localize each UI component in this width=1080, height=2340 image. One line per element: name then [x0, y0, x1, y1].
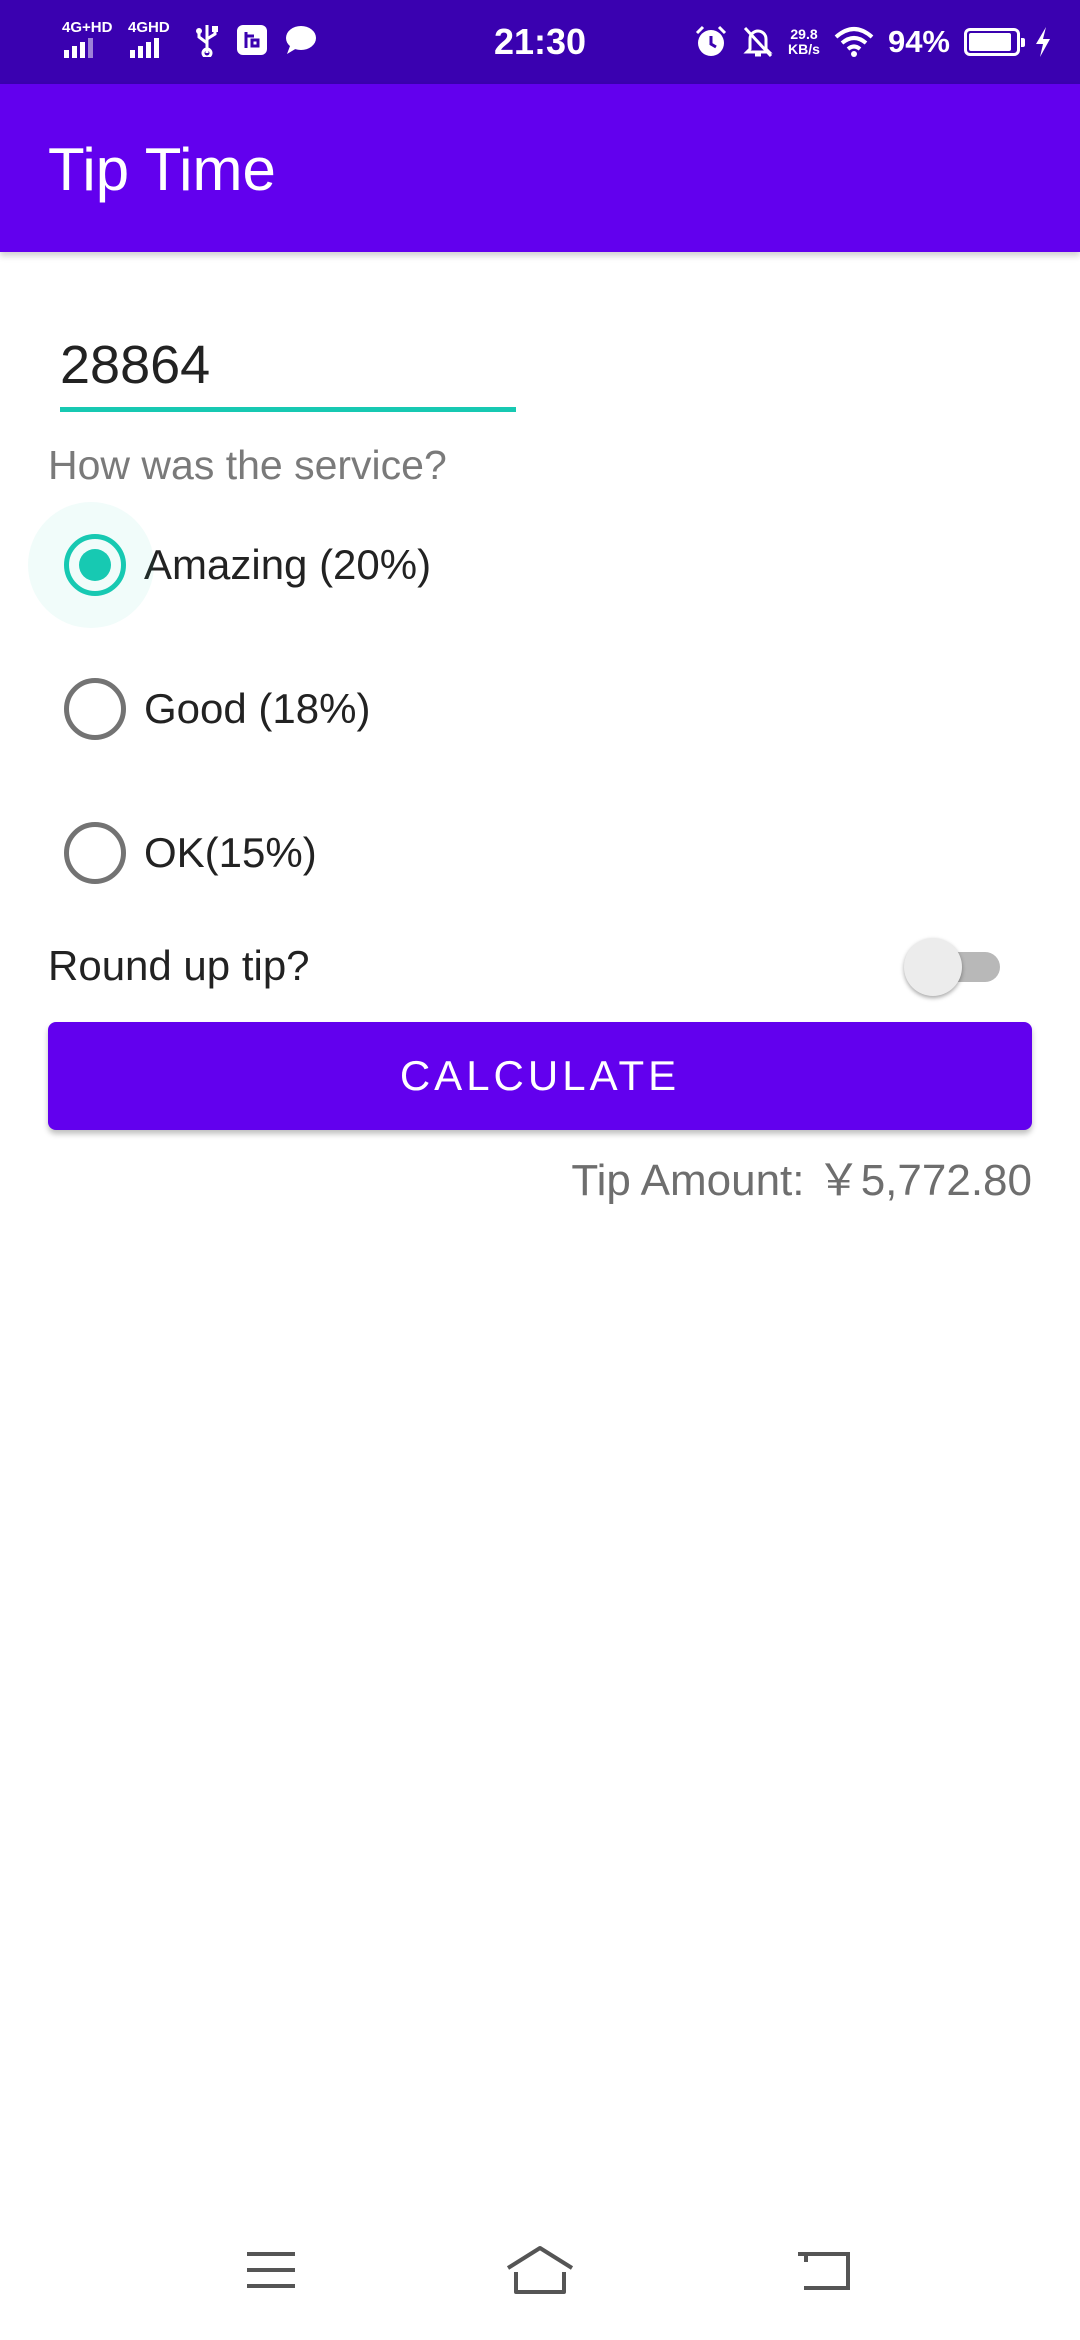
battery-percent: 94%	[887, 24, 950, 59]
charging-icon	[1036, 27, 1050, 57]
status-right-icons: 29.8 KB/s 94%	[694, 20, 1052, 64]
alarm-icon	[695, 25, 727, 56]
radio-button[interactable]	[64, 678, 126, 740]
speed-value: 29.8	[790, 26, 818, 42]
radio-button-checked[interactable]	[64, 534, 126, 596]
network-speed: 29.8 KB/s	[788, 27, 820, 57]
app-title: Tip Time	[48, 136, 276, 203]
service-question-label: How was the service?	[48, 442, 447, 488]
option-good[interactable]: Good (18%)	[48, 654, 370, 764]
option-label: OK(15%)	[144, 829, 317, 876]
cost-of-service-input[interactable]: 28864	[60, 330, 516, 412]
menu-icon[interactable]	[231, 2236, 311, 2304]
system-nav-bar	[0, 2200, 1080, 2340]
wifi-icon	[834, 27, 874, 57]
tip-amount-result: Tip Amount: ￥5,772.80	[571, 1156, 1032, 1205]
round-up-switch[interactable]	[904, 938, 1000, 996]
option-label: Good (18%)	[144, 685, 371, 732]
radio-button[interactable]	[64, 822, 126, 884]
status-bar: 4G+HD 4GHD 21:30 29.8 KB/s 94%	[0, 0, 1080, 84]
option-label: Amazing (20%)	[144, 541, 432, 588]
option-ok[interactable]: OK(15%)	[48, 798, 317, 908]
app-bar: Tip Time	[0, 84, 1080, 252]
option-amazing[interactable]: Amazing (20%)	[28, 502, 432, 628]
mute-icon	[743, 26, 773, 58]
calculate-button[interactable]: CALCULATE	[48, 1022, 1032, 1130]
home-icon[interactable]	[500, 2236, 580, 2304]
back-icon[interactable]	[784, 2236, 864, 2304]
round-up-label: Round up tip?	[48, 942, 310, 989]
speed-unit: KB/s	[788, 41, 820, 57]
battery-icon	[964, 28, 1025, 56]
